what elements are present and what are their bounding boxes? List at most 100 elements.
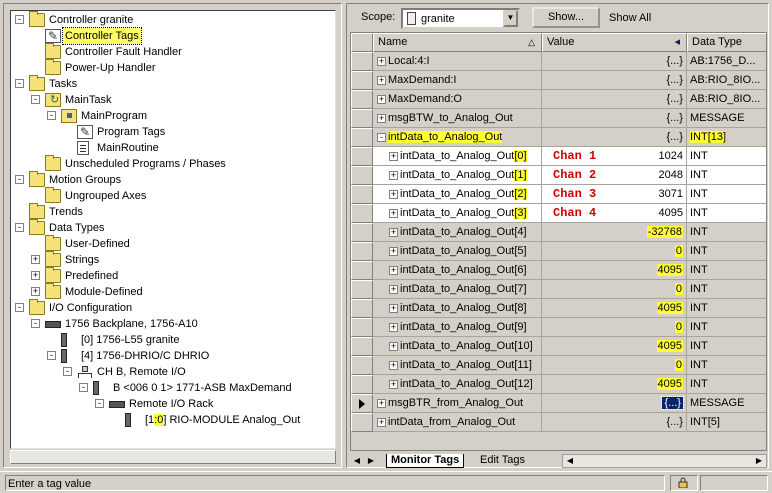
row-selector[interactable] — [351, 90, 373, 109]
row-selector[interactable] — [351, 280, 373, 299]
tag-row[interactable]: + intData_to_Analog_Out[7] 0 INT — [351, 280, 766, 299]
tag-data-type-cell[interactable]: INT — [687, 204, 766, 223]
tag-name-cell[interactable]: + intData_to_Analog_Out[6] — [373, 261, 542, 280]
tag-name-cell[interactable]: + msgBTR_from_Analog_Out — [373, 394, 542, 413]
tag-name-cell[interactable]: + intData_to_Analog_Out[4] — [373, 223, 542, 242]
tag-row[interactable]: + Local:4:I {...} AB:1756_D... — [351, 52, 766, 71]
tag-value-cell[interactable]: {...} — [542, 71, 687, 90]
expand-icon[interactable]: + — [389, 209, 398, 218]
collapse-icon[interactable]: - — [31, 319, 40, 328]
row-selector[interactable] — [351, 299, 373, 318]
tree-item[interactable]: - B <006 0 1> 1771-ASB MaxDemand — [11, 380, 331, 396]
tree-item[interactable]: - CH B, Remote I/O — [11, 364, 331, 380]
tree-item[interactable]: Controller Tags — [11, 27, 331, 45]
tag-value-cell[interactable]: {...} — [542, 128, 687, 147]
tag-name-cell[interactable]: + intData_to_Analog_Out[3] — [373, 204, 542, 223]
tree-item[interactable]: + Strings — [11, 251, 331, 268]
tree-item[interactable]: Ungrouped Axes — [11, 187, 331, 204]
expand-icon[interactable]: + — [377, 76, 386, 85]
chevron-down-icon[interactable]: ▼ — [503, 10, 518, 27]
tag-data-type-cell[interactable]: INT — [687, 375, 766, 394]
tree-item[interactable]: - Motion Groups — [11, 171, 331, 188]
collapse-icon[interactable]: - — [47, 351, 56, 360]
tag-name-cell[interactable]: + intData_to_Analog_Out[9] — [373, 318, 542, 337]
expand-icon[interactable]: + — [389, 342, 398, 351]
tag-value-cell[interactable]: Chan 3 3071 — [542, 185, 687, 204]
expand-icon[interactable]: + — [389, 323, 398, 332]
tag-data-type-cell[interactable]: INT[5] — [687, 413, 766, 432]
tree-item[interactable]: MainRoutine — [11, 140, 331, 156]
tag-row[interactable]: + intData_to_Analog_Out[3] Chan 4 4095 INT — [351, 204, 766, 223]
tag-row[interactable]: + msgBTR_from_Analog_Out {...} MESSAGE — [351, 394, 766, 413]
tree-item[interactable]: + Module-Defined — [11, 283, 331, 300]
tree-horizontal-scrollbar[interactable] — [10, 450, 336, 464]
tree-item[interactable]: Unscheduled Programs / Phases — [11, 155, 331, 172]
tag-name-cell[interactable]: + intData_to_Analog_Out[10] — [373, 337, 542, 356]
tree-item[interactable]: - [4] 1756-DHRIO/C DHRIO — [11, 348, 331, 364]
expand-icon[interactable]: + — [377, 418, 386, 427]
collapse-icon[interactable]: - — [377, 133, 386, 142]
tag-row[interactable]: + intData_to_Analog_Out[2] Chan 3 3071 INT — [351, 185, 766, 204]
tag-data-type-cell[interactable]: INT — [687, 356, 766, 375]
tree-item[interactable]: Program Tags — [11, 124, 331, 140]
expand-icon[interactable]: + — [389, 380, 398, 389]
tag-value-cell[interactable]: {...} — [542, 394, 687, 413]
tag-row[interactable]: + MaxDemand:O {...} AB:RIO_8IO... — [351, 90, 766, 109]
column-header-data-type[interactable]: Data Type — [687, 33, 766, 52]
tag-data-type-cell[interactable]: MESSAGE — [687, 109, 766, 128]
collapse-icon[interactable]: - — [63, 367, 72, 376]
row-selector[interactable] — [351, 71, 373, 90]
tag-value-cell[interactable]: 0 — [542, 242, 687, 261]
tag-name-cell[interactable]: + intData_to_Analog_Out[2] — [373, 185, 542, 204]
row-selector[interactable] — [351, 375, 373, 394]
row-selector[interactable] — [351, 318, 373, 337]
tag-data-type-cell[interactable]: INT — [687, 299, 766, 318]
tag-row[interactable]: + intData_to_Analog_Out[5] 0 INT — [351, 242, 766, 261]
tag-value-cell[interactable]: Chan 4 4095 — [542, 204, 687, 223]
tag-value-cell[interactable]: {...} — [542, 52, 687, 71]
expand-icon[interactable]: + — [377, 57, 386, 66]
tag-value-cell[interactable]: Chan 1 1024 — [542, 147, 687, 166]
tree-item[interactable]: - MainTask — [11, 92, 331, 108]
expand-icon[interactable]: + — [389, 228, 398, 237]
tree-item[interactable]: - MainProgram — [11, 108, 331, 124]
tag-name-cell[interactable]: - intData_to_Analog_Out — [373, 128, 542, 147]
tag-value-cell[interactable]: 4095 — [542, 337, 687, 356]
tag-data-type-cell[interactable]: AB:1756_D... — [687, 52, 766, 71]
tag-data-type-cell[interactable]: INT — [687, 242, 766, 261]
tag-data-type-cell[interactable]: INT — [687, 337, 766, 356]
row-selector[interactable] — [351, 204, 373, 223]
expand-icon[interactable]: + — [377, 114, 386, 123]
tag-data-type-cell[interactable]: AB:RIO_8IO... — [687, 90, 766, 109]
collapse-icon[interactable]: - — [15, 223, 24, 232]
row-selector[interactable] — [351, 394, 373, 413]
tree-item[interactable]: - Remote I/O Rack — [11, 396, 331, 412]
row-selector[interactable] — [351, 223, 373, 242]
expand-icon[interactable]: + — [389, 285, 398, 294]
tag-data-type-cell[interactable]: INT — [687, 318, 766, 337]
tab-nav-right-icon[interactable]: ▶ — [364, 455, 378, 468]
row-selector[interactable] — [351, 185, 373, 204]
tree-item[interactable]: Power-Up Handler — [11, 59, 331, 76]
row-selector[interactable] — [351, 147, 373, 166]
show-button[interactable]: Show... — [532, 7, 600, 28]
tag-row[interactable]: + intData_to_Analog_Out[1] Chan 2 2048 INT — [351, 166, 766, 185]
tag-row[interactable]: + intData_to_Analog_Out[4] -32768 INT — [351, 223, 766, 242]
collapse-icon[interactable]: - — [95, 399, 104, 408]
tree-item[interactable]: Controller Fault Handler — [11, 43, 331, 60]
tag-row[interactable]: - intData_to_Analog_Out {...} INT[13] — [351, 128, 766, 147]
tag-name-cell[interactable]: + MaxDemand:I — [373, 71, 542, 90]
tag-value-cell[interactable]: {...} — [542, 109, 687, 128]
tag-name-cell[interactable]: + intData_to_Analog_Out[8] — [373, 299, 542, 318]
tab-monitor-tags[interactable]: Monitor Tags — [386, 454, 465, 468]
row-selector[interactable] — [351, 356, 373, 375]
tag-row[interactable]: + intData_to_Analog_Out[6] 4095 INT — [351, 261, 766, 280]
tag-row[interactable]: + intData_to_Analog_Out[0] Chan 1 1024 INT — [351, 147, 766, 166]
tag-name-cell[interactable]: + intData_to_Analog_Out[7] — [373, 280, 542, 299]
tag-name-cell[interactable]: + Local:4:I — [373, 52, 542, 71]
tag-value-cell[interactable]: 0 — [542, 280, 687, 299]
tag-name-cell[interactable]: + intData_to_Analog_Out[12] — [373, 375, 542, 394]
row-selector[interactable] — [351, 413, 373, 432]
expand-icon[interactable]: + — [377, 95, 386, 104]
tag-row[interactable]: + intData_to_Analog_Out[10] 4095 INT — [351, 337, 766, 356]
